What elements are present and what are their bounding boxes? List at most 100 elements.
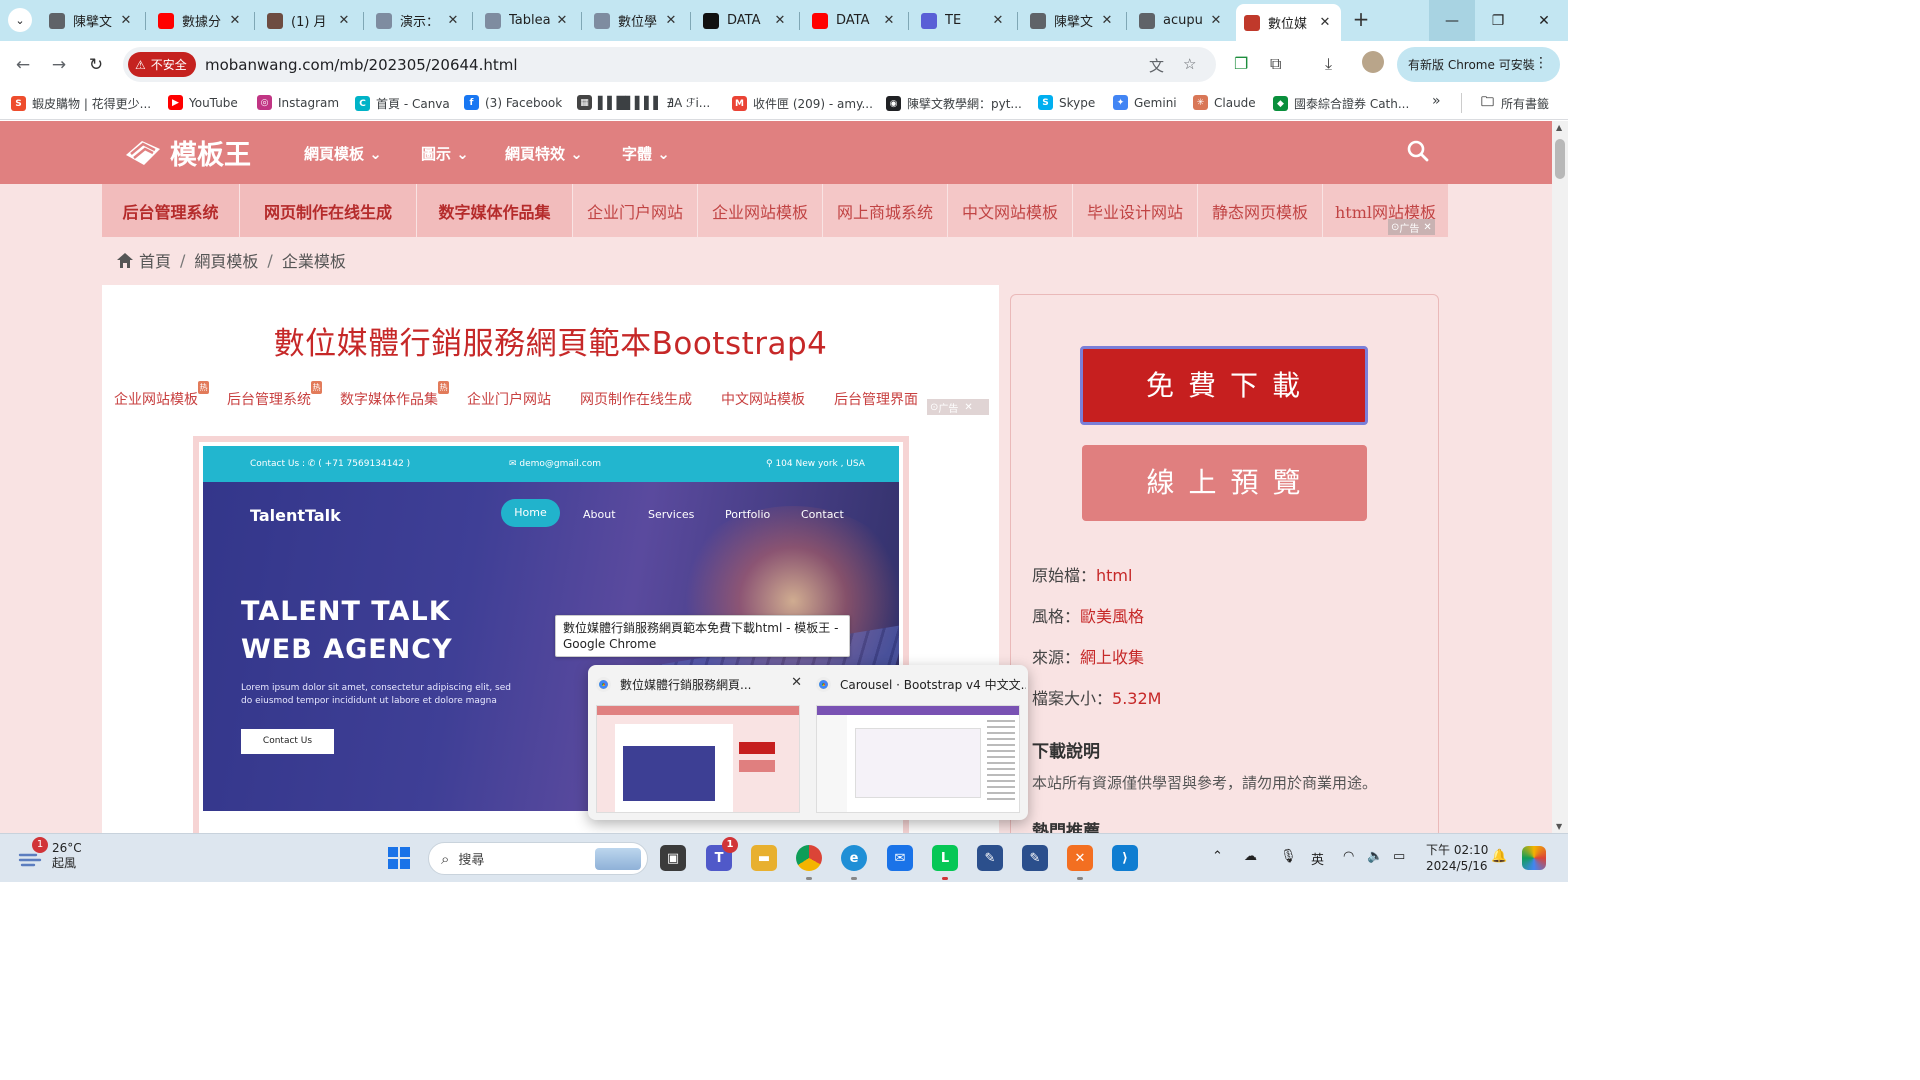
vscode-icon[interactable]: ⟩ [1112, 845, 1138, 871]
online-preview-button[interactable]: 線上預覽 [1082, 445, 1367, 521]
tag-link[interactable]: 网页制作在线生成 [580, 389, 692, 409]
close-tab-icon[interactable]: ✕ [1099, 13, 1115, 28]
forward-button[interactable]: → [46, 52, 72, 78]
scroll-down-icon[interactable]: ▼ [1556, 822, 1562, 831]
bookmark-item[interactable]: ▦ ▌▌█▌▌▌▌ ∄A ℱi... [577, 95, 710, 110]
scrollbar-thumb[interactable] [1555, 139, 1565, 179]
meta-value[interactable]: 歐美風格 [1080, 607, 1144, 626]
bookmark-item[interactable]: ◆ 國泰綜合證券 Cath... [1273, 95, 1409, 112]
window-preview-2[interactable]: Carousel · Bootstrap v4 中文文... [816, 673, 1026, 813]
tab[interactable]: TE ✕ [913, 6, 1014, 35]
copilot-icon[interactable] [1522, 846, 1546, 870]
tab[interactable]: 陳擘文 ✕ [41, 6, 142, 35]
battery-icon[interactable]: ▭ [1393, 849, 1405, 864]
app-icon-2[interactable]: ✎ [1022, 845, 1048, 871]
nav-effects[interactable]: 網頁特效 ⌄ [505, 143, 583, 164]
nav-templates[interactable]: 網頁模板 ⌄ [304, 143, 382, 164]
bookmark-item[interactable]: C 首頁 - Canva [355, 95, 450, 112]
meta-value[interactable]: 網上收集 [1080, 648, 1144, 667]
page-scrollbar[interactable]: ▲ ▼ [1552, 121, 1568, 833]
not-secure-chip[interactable]: ⚠ 不安全 [128, 52, 196, 77]
bookmark-item[interactable]: S 蝦皮購物 | 花得更少... [11, 95, 151, 112]
more-bookmarks-chevron-icon[interactable]: » [1432, 93, 1441, 109]
close-window-button[interactable]: ✕ [1521, 0, 1567, 41]
close-tab-icon[interactable]: ✕ [554, 13, 570, 28]
reload-button[interactable]: ↻ [83, 52, 109, 78]
minimize-button[interactable]: — [1429, 0, 1475, 41]
new-tab-button[interactable]: + [1349, 8, 1373, 32]
close-tab-icon[interactable]: ✕ [336, 13, 352, 28]
close-tab-icon[interactable]: ✕ [445, 13, 461, 28]
close-tab-icon[interactable]: ✕ [881, 13, 897, 28]
edge-icon[interactable]: e [841, 845, 867, 871]
tag-link[interactable]: 中文网站模板 [721, 389, 805, 409]
volume-icon[interactable]: 🔈 [1367, 849, 1383, 864]
back-button[interactable]: ← [10, 52, 36, 78]
restore-button[interactable]: ❐ [1475, 0, 1521, 41]
ad-link[interactable]: 中文网站模板 [948, 184, 1073, 237]
tab[interactable]: 數據分 ✕ [150, 6, 251, 35]
bookmark-item[interactable]: ✦ Gemini [1113, 95, 1177, 110]
bookmark-item[interactable]: S Skype [1038, 95, 1095, 110]
profile-avatar[interactable] [1362, 51, 1384, 73]
url-text[interactable]: mobanwang.com/mb/202305/20644.html [205, 56, 518, 74]
ad-link[interactable]: 后台管理系统 [102, 184, 240, 237]
tab[interactable]: DATA ✕ [804, 6, 905, 35]
more-menu-icon[interactable]: ⋮ [1534, 55, 1548, 71]
search-icon[interactable] [1406, 139, 1430, 163]
tag-link[interactable]: 后台管理系统热 [227, 381, 322, 409]
close-tab-icon[interactable]: ✕ [663, 13, 679, 28]
site-logo[interactable]: 模板王 [122, 134, 251, 171]
close-icon[interactable]: ✕ [1423, 222, 1431, 233]
scroll-up-icon[interactable]: ▲ [1556, 123, 1562, 132]
chevron-up-icon[interactable]: ⌃ [1212, 849, 1223, 864]
ad-link[interactable]: 网页制作在线生成 [240, 184, 417, 237]
close-icon[interactable]: ✕ [964, 402, 972, 413]
bookmark-star-icon[interactable]: ☆ [1183, 55, 1196, 73]
tag-link[interactable]: 企业门户网站 [467, 389, 551, 409]
update-chrome-button[interactable]: 有新版 Chrome 可安裝 ⋮ [1397, 47, 1560, 82]
tab[interactable]: 數位學 ✕ [586, 6, 687, 35]
taskbar-search[interactable]: ⌕ 搜尋 [428, 842, 648, 875]
tab-search-button[interactable]: ⌄ [8, 8, 32, 32]
close-tab-icon[interactable]: ✕ [772, 13, 788, 28]
tab[interactable]: 數位媒 ✕ [1236, 4, 1341, 41]
extension-copy-icon[interactable]: ❐ [1234, 54, 1248, 73]
tab[interactable]: 演示： ✕ [368, 6, 469, 35]
tab[interactable]: 陳擘文 ✕ [1022, 6, 1123, 35]
close-tab-icon[interactable]: ✕ [990, 13, 1006, 28]
breadcrumb-templates[interactable]: 網頁模板 [194, 248, 258, 272]
xampp-icon[interactable]: ✕ [1067, 845, 1093, 871]
tag-link[interactable]: 数字媒体作品集热 [340, 381, 449, 409]
ime-indicator[interactable]: 英 [1311, 849, 1324, 868]
system-clock[interactable]: 下午 02:10 2024/5/16 [1426, 842, 1488, 874]
tab[interactable]: DATA ✕ [695, 6, 796, 35]
extensions-puzzle-icon[interactable]: ⧉ [1270, 54, 1281, 74]
address-bar[interactable]: ⚠ 不安全 mobanwang.com/mb/202305/20644.html… [123, 47, 1216, 82]
bookmark-item[interactable]: M 收件匣 (209) - amy... [732, 95, 873, 112]
breadcrumb-business[interactable]: 企業模板 [282, 248, 346, 272]
ad-link[interactable]: 企业门户网站 [573, 184, 698, 237]
ad-badge[interactable]: ⊙ 广告 ✕ [927, 399, 989, 415]
bookmark-item[interactable]: ✳ Claude [1193, 95, 1256, 110]
bookmark-item[interactable]: ◉ 陳擘文教學網：pyt... [886, 95, 1022, 112]
mail-icon[interactable]: ✉ [887, 845, 913, 871]
task-view-icon[interactable]: ▣ [660, 845, 686, 871]
tab[interactable]: acupu ✕ [1131, 6, 1232, 35]
line-icon[interactable]: L [932, 845, 958, 871]
tab[interactable]: (1) 月 ✕ [259, 6, 360, 35]
app-icon-1[interactable]: ✎ [977, 845, 1003, 871]
window-preview-1[interactable]: 數位媒體行銷服務網頁... ✕ [596, 673, 806, 813]
weather-widget[interactable]: 1 26°C 起風 [18, 837, 82, 871]
tag-link[interactable]: 企业网站模板热 [114, 381, 209, 409]
ad-link[interactable]: 毕业设计网站 [1073, 184, 1198, 237]
meta-value[interactable]: html [1096, 566, 1132, 585]
wifi-icon[interactable]: ◠ [1343, 849, 1354, 864]
notification-bell-icon[interactable]: 🔔 [1491, 849, 1507, 864]
all-bookmarks-folder[interactable]: 🗀 所有書籤 [1480, 95, 1549, 112]
teams-icon[interactable]: T1 [706, 837, 738, 871]
ad-link[interactable]: 数字媒体作品集 [417, 184, 573, 237]
bookmark-item[interactable]: ◎ Instagram [257, 95, 339, 110]
nav-icons[interactable]: 圖示 ⌄ [421, 143, 469, 164]
close-tab-icon[interactable]: ✕ [1208, 13, 1224, 28]
